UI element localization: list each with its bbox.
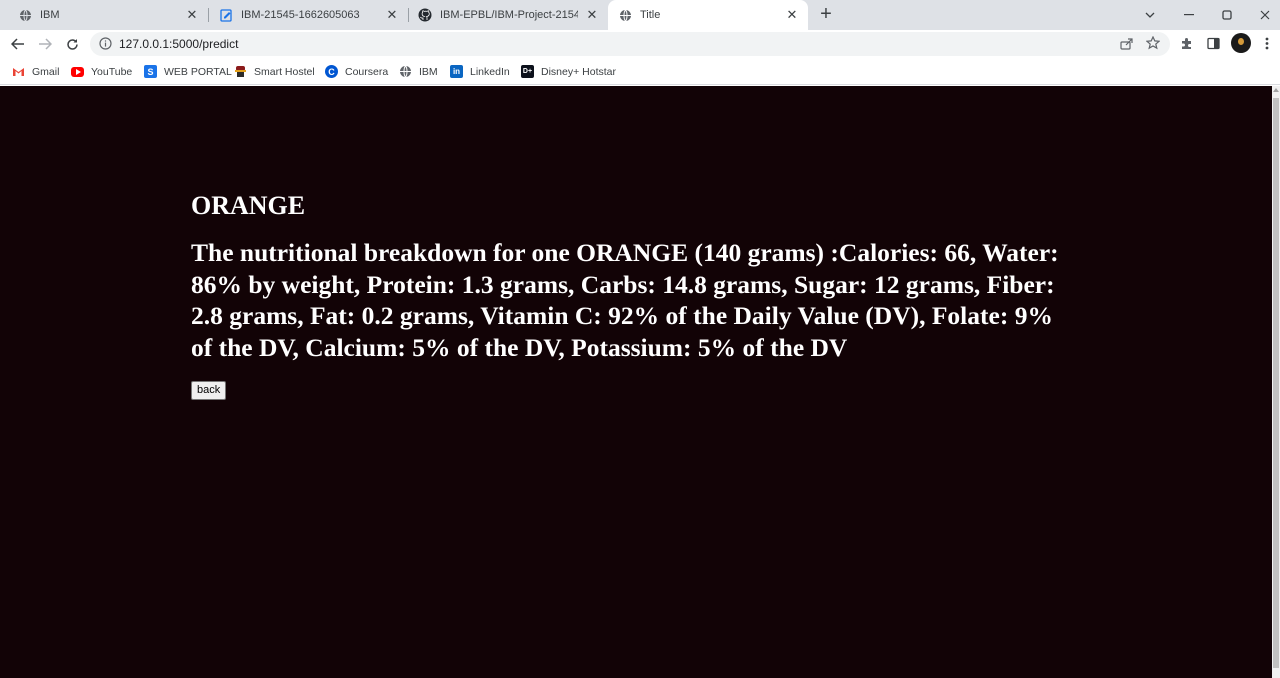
web-portal-icon: S [144, 65, 157, 78]
coursera-icon: C [325, 65, 338, 78]
scroll-up-icon[interactable] [1273, 88, 1279, 92]
share-icon[interactable] [1117, 34, 1135, 52]
url-text[interactable]: 127.0.0.1:5000/predict [119, 37, 238, 51]
new-tab-button[interactable]: + [816, 4, 836, 25]
tab-title: IBM [40, 9, 60, 21]
globe-icon [618, 8, 632, 22]
close-icon[interactable]: ✕ [384, 7, 400, 23]
bookmark-coursera[interactable]: C Coursera [325, 64, 388, 79]
tab-ibm[interactable]: IBM ✕ [8, 0, 208, 30]
github-icon [418, 8, 432, 22]
edit-doc-icon [219, 8, 233, 22]
bookmark-label: Gmail [32, 65, 60, 78]
bookmark-label: Disney+ Hotstar [541, 65, 616, 78]
tab-title: IBM-21545-1662605063 [241, 9, 360, 21]
profile-avatar[interactable] [1231, 33, 1251, 53]
bookmark-ibm[interactable]: IBM [399, 64, 438, 79]
close-window-icon[interactable] [1247, 0, 1280, 30]
maximize-icon[interactable] [1209, 0, 1245, 30]
extensions-icon[interactable] [1177, 34, 1195, 52]
bookmark-label: IBM [419, 65, 438, 78]
site-info-icon[interactable] [99, 37, 112, 50]
hotstar-icon: D+ [521, 65, 534, 78]
prediction-result: ORANGE The nutritional breakdown for one… [191, 191, 1071, 400]
bookmark-gmail[interactable]: Gmail [12, 64, 59, 79]
forward-arrow-icon[interactable] [35, 34, 55, 54]
tab-ibm-21545[interactable]: IBM-21545-1662605063 ✕ [209, 0, 408, 30]
globe-icon [18, 8, 32, 22]
bookmark-smart-hostel[interactable]: Smart Hostel [234, 64, 315, 79]
tab-title: Title [640, 9, 661, 21]
bookmark-youtube[interactable]: YouTube [71, 64, 132, 79]
close-icon[interactable]: ✕ [584, 7, 600, 23]
gmail-icon [12, 65, 25, 78]
tab-search-icon[interactable] [1132, 0, 1168, 30]
nutrition-info: The nutritional breakdown for one ORANGE… [191, 238, 1059, 362]
fruit-name-heading: ORANGE [191, 191, 306, 220]
bookmark-label: Smart Hostel [254, 65, 315, 78]
more-menu-icon[interactable] [1258, 34, 1276, 52]
scrollbar-thumb[interactable] [1273, 98, 1279, 668]
tab-title: IBM-EPBL/IBM-Project-21545-16 [440, 9, 578, 21]
bookmark-label: WEB PORTAL [164, 65, 232, 78]
bookmark-label: YouTube [91, 65, 133, 78]
bookmark-label: Coursera [345, 65, 389, 78]
globe-icon [399, 65, 412, 78]
youtube-icon [71, 66, 84, 77]
bookmark-label: LinkedIn [470, 65, 510, 78]
address-bar[interactable]: 127.0.0.1:5000/predict [90, 32, 1170, 56]
tab-github-project[interactable]: IBM-EPBL/IBM-Project-21545-16 ✕ [409, 0, 608, 30]
bookmark-linkedin[interactable]: in LinkedIn [450, 64, 510, 79]
browser-toolbar: 127.0.0.1:5000/predict [0, 30, 1280, 58]
tab-strip: IBM ✕ IBM-21545-1662605063 ✕ IBM-EPBL/IB… [0, 0, 1280, 30]
linkedin-icon: in [450, 65, 463, 78]
close-icon[interactable]: ✕ [784, 7, 800, 23]
back-button[interactable]: back [191, 381, 227, 400]
close-icon[interactable]: ✕ [184, 7, 200, 23]
bookmarks-bar: Gmail YouTube S WEB PORTAL Smart Hostel … [0, 58, 1280, 85]
vertical-scrollbar[interactable] [1272, 86, 1280, 678]
bookmark-star-icon[interactable] [1144, 34, 1162, 52]
back-arrow-icon[interactable] [8, 34, 28, 54]
minimize-icon[interactable] [1171, 0, 1207, 30]
bookmark-web-portal[interactable]: S WEB PORTAL [144, 64, 232, 79]
smart-hostel-icon [234, 65, 247, 78]
side-panel-icon[interactable] [1204, 34, 1222, 52]
tab-title-active[interactable]: Title ✕ [608, 0, 808, 30]
reload-icon[interactable] [62, 34, 82, 54]
bookmark-disney-hotstar[interactable]: D+ Disney+ Hotstar [521, 64, 616, 79]
